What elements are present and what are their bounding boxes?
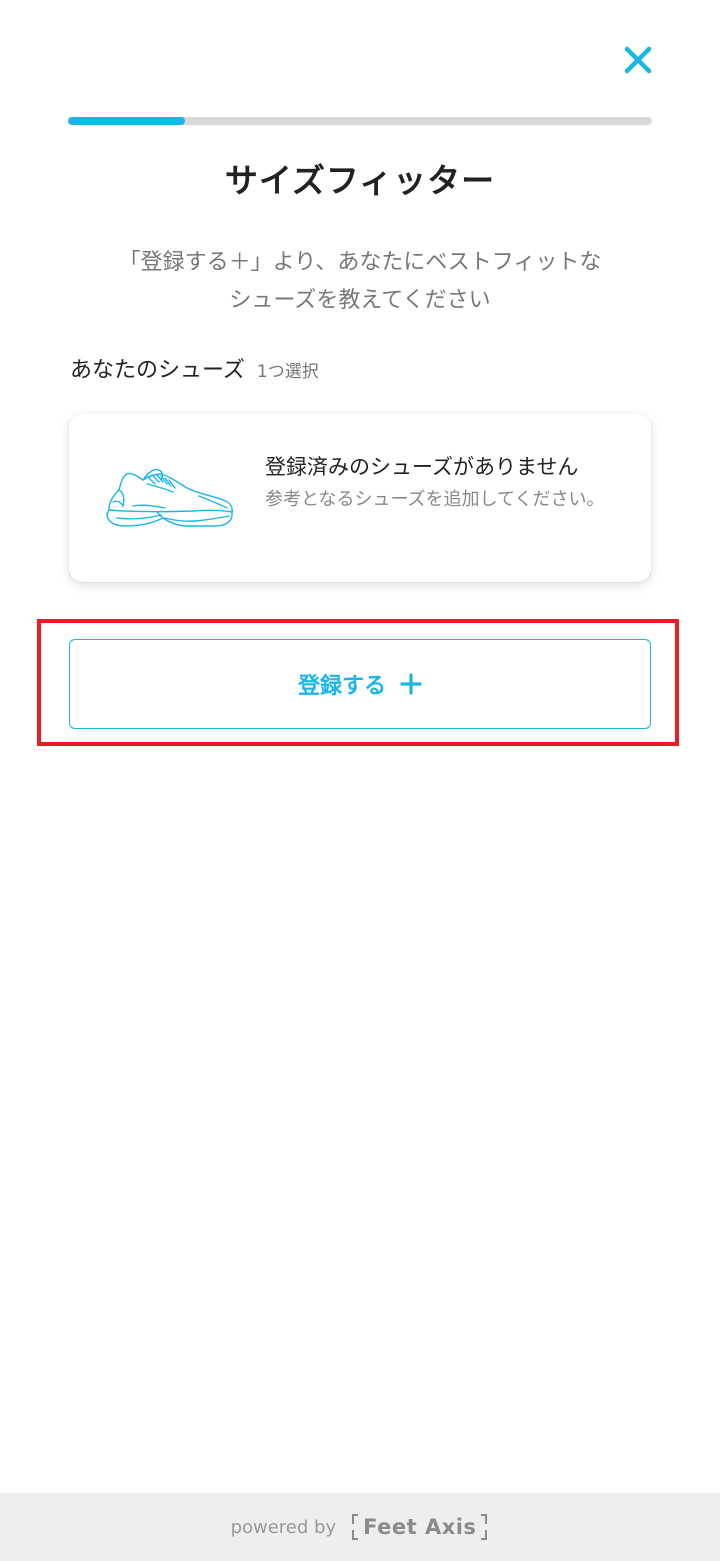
section-title: あなたのシューズ [70,358,245,383]
shoe-icon [106,468,233,527]
progress-fill [68,117,185,125]
close-icon [624,46,652,74]
empty-shoes-card: 登録済みのシューズがありません 参考となるシューズを追加してください。 [69,414,651,582]
bracket-right-icon [481,1514,488,1540]
close-button[interactable] [616,38,660,82]
section-sublabel: 1つ選択 [256,362,319,382]
bracket-left-icon [352,1514,359,1540]
instruction-text: 「登録する＋」より、あなたにベストフィットな シューズを教えてください [118,250,602,313]
register-button[interactable]: 登録する [69,639,651,729]
footer: powered by Feet Axis [0,1493,720,1561]
page-title: サイズフィッター [224,161,496,200]
brand-logo: Feet Axis [350,1512,489,1542]
brand-name: Feet Axis [363,1515,477,1539]
section-label: あなたのシューズ 1つ選択 [70,352,319,384]
register-button-label: 登録する [297,674,386,699]
empty-state-description: 参考となるシューズを追加してください。 [265,489,605,510]
empty-state-title: 登録済みのシューズがありません [265,455,579,479]
progress-bar [68,117,652,125]
plus-icon [400,673,422,695]
powered-by-text: powered by [230,1516,337,1538]
